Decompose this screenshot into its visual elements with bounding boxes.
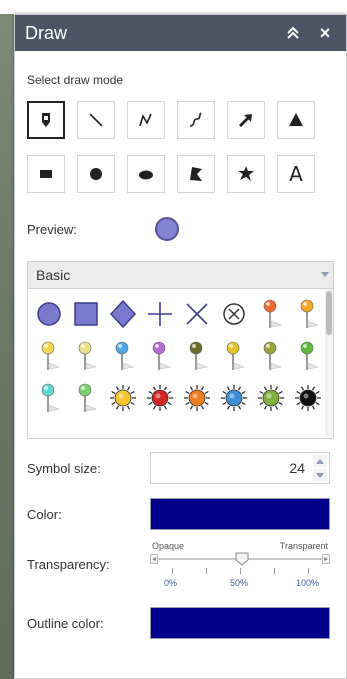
pushpin-symbol-3[interactable] — [30, 335, 67, 377]
pushpin-symbol-2[interactable] — [289, 293, 326, 335]
ellipse-mode-icon — [139, 170, 153, 180]
transparency-label: Transparency: — [27, 557, 110, 572]
outline-color-swatch[interactable] — [150, 607, 330, 639]
pushpin-symbol-1[interactable] — [252, 293, 289, 335]
text-mode-button[interactable]: A — [277, 155, 315, 193]
symbol-size-input[interactable]: 24 — [150, 452, 330, 484]
sun-symbol-2[interactable] — [141, 377, 178, 419]
close-icon[interactable]: × — [314, 22, 336, 44]
pushpin-symbol-4[interactable] — [67, 335, 104, 377]
symbol-grid — [30, 293, 326, 419]
square-symbol[interactable] — [67, 293, 104, 335]
tick-label-0: 0% — [164, 578, 178, 588]
text-mode-icon: A — [289, 162, 303, 186]
color-swatch[interactable] — [150, 498, 330, 530]
sun-symbol-1[interactable] — [104, 377, 141, 419]
draw-panel: Draw × Select draw mode A Preview: Basic… — [14, 14, 347, 679]
slider-thumb[interactable] — [235, 552, 249, 566]
point-mode-button[interactable] — [27, 101, 65, 139]
circled-x-symbol[interactable] — [215, 293, 252, 335]
symbol-gallery — [27, 289, 334, 439]
sun-symbol-5[interactable] — [252, 377, 289, 419]
tick-label-100: 100% — [296, 578, 320, 588]
freehand-polygon-mode-button[interactable] — [227, 155, 265, 193]
symbol-set-select[interactable]: Basic — [27, 261, 334, 289]
preview-row: Preview: — [27, 211, 334, 247]
circle-symbol[interactable] — [30, 293, 67, 335]
triangle-mode-icon — [289, 113, 303, 126]
x-symbol[interactable] — [178, 293, 215, 335]
pushpin-symbol-12[interactable] — [67, 377, 104, 419]
preview-label: Preview: — [27, 221, 77, 237]
preview-symbol — [155, 217, 179, 241]
pushpin-symbol-11[interactable] — [30, 377, 67, 419]
sun-symbol-4[interactable] — [215, 377, 252, 419]
symbol-size-value: 24 — [289, 460, 305, 476]
symbol-gallery-scrollbar[interactable] — [325, 289, 333, 437]
panel-title: Draw — [25, 22, 68, 43]
freehand-polygon-mode-icon — [238, 166, 254, 181]
transparency-slider[interactable]: Opaque Transparent ◂ ▸ 0% 50% 100% — [150, 541, 330, 599]
panel-titlebar: Draw × — [15, 15, 346, 51]
ellipse-mode-button[interactable] — [127, 155, 165, 193]
line-mode-icon — [89, 113, 103, 127]
tick-label-50: 50% — [230, 578, 249, 588]
polygon-mode-button[interactable] — [177, 155, 215, 193]
outline-color-row: Outline color: — [27, 605, 334, 641]
draw-mode-toolbar: A — [27, 101, 334, 193]
slider-increment-icon[interactable]: ▸ — [322, 554, 330, 564]
rectangle-mode-icon — [40, 170, 52, 178]
arrow-mode-icon — [239, 114, 252, 127]
color-row: Color: — [27, 497, 334, 531]
outline-color-label: Outline color: — [27, 615, 104, 631]
arrow-mode-button[interactable] — [227, 101, 265, 139]
plus-symbol[interactable] — [141, 293, 178, 335]
double-chevron-up-icon[interactable] — [282, 22, 304, 44]
polyline-mode-button[interactable] — [127, 101, 165, 139]
sun-symbol-6[interactable] — [289, 377, 326, 419]
pushpin-symbol-6[interactable] — [141, 335, 178, 377]
circle-mode-icon — [90, 168, 102, 180]
freehand-polyline-mode-button[interactable] — [177, 101, 215, 139]
pushpin-symbol-8[interactable] — [215, 335, 252, 377]
rectangle-mode-button[interactable] — [27, 155, 65, 193]
freehand-polyline-mode-icon — [189, 112, 202, 127]
point-mode-icon — [42, 113, 50, 127]
select-draw-mode-label: Select draw mode — [27, 73, 124, 87]
line-mode-button[interactable] — [77, 101, 115, 139]
slider-decrement-icon[interactable]: ◂ — [150, 554, 158, 564]
pushpin-symbol-9[interactable] — [252, 335, 289, 377]
symbol-size-row: Symbol size: 24 — [27, 451, 334, 485]
transparency-row: Transparency: Opaque Transparent ◂ ▸ 0% … — [27, 541, 334, 599]
spin-up-icon[interactable] — [313, 455, 327, 467]
symbol-size-label: Symbol size: — [27, 460, 101, 476]
pushpin-symbol-10[interactable] — [289, 335, 326, 377]
opaque-caption: Opaque — [152, 541, 185, 551]
chevron-down-icon[interactable] — [317, 262, 333, 288]
diamond-symbol[interactable] — [104, 293, 141, 335]
pushpin-symbol-7[interactable] — [178, 335, 215, 377]
transparent-caption: Transparent — [279, 541, 328, 551]
page-top-strip — [0, 0, 347, 14]
polyline-mode-icon — [139, 113, 152, 127]
triangle-mode-button[interactable] — [277, 101, 315, 139]
spin-down-icon[interactable] — [313, 469, 327, 481]
color-label: Color: — [27, 506, 62, 522]
polygon-mode-icon — [190, 167, 202, 181]
circle-mode-button[interactable] — [77, 155, 115, 193]
symbol-set-value: Basic — [36, 267, 71, 283]
symbol-size-spinner — [313, 455, 327, 481]
pushpin-symbol-5[interactable] — [104, 335, 141, 377]
sun-symbol-3[interactable] — [178, 377, 215, 419]
